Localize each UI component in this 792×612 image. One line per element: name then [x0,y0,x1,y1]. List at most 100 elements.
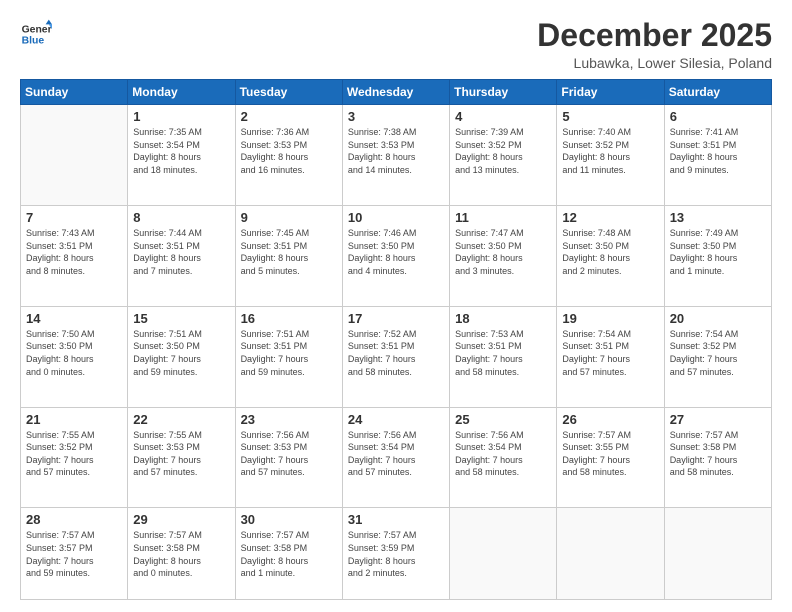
cell-info: Sunrise: 7:46 AM Sunset: 3:50 PM Dayligh… [348,227,444,277]
day-number: 1 [133,109,229,124]
day-number: 10 [348,210,444,225]
day-number: 9 [241,210,337,225]
calendar-cell: 22 Sunrise: 7:55 AM Sunset: 3:53 PM Dayli… [128,407,235,508]
calendar-cell [21,105,128,206]
cell-info: Sunrise: 7:57 AM Sunset: 3:58 PM Dayligh… [133,529,229,579]
svg-text:General: General [22,24,52,35]
cell-info: Sunrise: 7:39 AM Sunset: 3:52 PM Dayligh… [455,126,551,176]
calendar-cell: 30 Sunrise: 7:57 AM Sunset: 3:58 PM Dayli… [235,508,342,600]
day-number: 27 [670,412,766,427]
calendar-cell: 15 Sunrise: 7:51 AM Sunset: 3:50 PM Dayli… [128,306,235,407]
cell-info: Sunrise: 7:40 AM Sunset: 3:52 PM Dayligh… [562,126,658,176]
cell-info: Sunrise: 7:51 AM Sunset: 3:51 PM Dayligh… [241,328,337,378]
calendar-cell: 6Sunrise: 7:41 AM Sunset: 3:51 PM Daylig… [664,105,771,206]
cell-info: Sunrise: 7:41 AM Sunset: 3:51 PM Dayligh… [670,126,766,176]
calendar-cell: 4Sunrise: 7:39 AM Sunset: 3:52 PM Daylig… [450,105,557,206]
day-number: 5 [562,109,658,124]
header: General Blue December 2025 Lubawka, Lowe… [20,18,772,71]
cell-info: Sunrise: 7:50 AM Sunset: 3:50 PM Dayligh… [26,328,122,378]
header-monday: Monday [128,80,235,105]
day-number: 21 [26,412,122,427]
calendar-week-row: 1 Sunrise: 7:35 AM Sunset: 3:54 PM Daylig… [21,105,772,206]
day-number: 30 [241,512,337,527]
calendar-cell: 26 Sunrise: 7:57 AM Sunset: 3:55 PM Dayli… [557,407,664,508]
subtitle: Lubawka, Lower Silesia, Poland [537,55,772,71]
logo-icon: General Blue [20,18,52,50]
day-number: 12 [562,210,658,225]
calendar-cell: 10 Sunrise: 7:46 AM Sunset: 3:50 PM Dayli… [342,205,449,306]
calendar-cell: 16 Sunrise: 7:51 AM Sunset: 3:51 PM Dayli… [235,306,342,407]
cell-info: Sunrise: 7:47 AM Sunset: 3:50 PM Dayligh… [455,227,551,277]
header-friday: Friday [557,80,664,105]
cell-info: Sunrise: 7:56 AM Sunset: 3:54 PM Dayligh… [455,429,551,479]
calendar-cell: 29 Sunrise: 7:57 AM Sunset: 3:58 PM Dayli… [128,508,235,600]
cell-info: Sunrise: 7:57 AM Sunset: 3:58 PM Dayligh… [670,429,766,479]
calendar-cell [664,508,771,600]
cell-info: Sunrise: 7:38 AM Sunset: 3:53 PM Dayligh… [348,126,444,176]
calendar-cell: 13Sunrise: 7:49 AM Sunset: 3:50 PM Dayli… [664,205,771,306]
calendar-table: Sunday Monday Tuesday Wednesday Thursday… [20,79,772,600]
calendar-week-row: 14Sunrise: 7:50 AM Sunset: 3:50 PM Dayli… [21,306,772,407]
cell-info: Sunrise: 7:36 AM Sunset: 3:53 PM Dayligh… [241,126,337,176]
svg-text:Blue: Blue [22,36,45,47]
calendar-cell: 8 Sunrise: 7:44 AM Sunset: 3:51 PM Daylig… [128,205,235,306]
cell-info: Sunrise: 7:49 AM Sunset: 3:50 PM Dayligh… [670,227,766,277]
header-tuesday: Tuesday [235,80,342,105]
day-number: 31 [348,512,444,527]
cell-info: Sunrise: 7:43 AM Sunset: 3:51 PM Dayligh… [26,227,122,277]
day-number: 28 [26,512,122,527]
header-sunday: Sunday [21,80,128,105]
calendar-cell: 18 Sunrise: 7:53 AM Sunset: 3:51 PM Dayli… [450,306,557,407]
main-title: December 2025 [537,18,772,53]
calendar-cell: 3Sunrise: 7:38 AM Sunset: 3:53 PM Daylig… [342,105,449,206]
calendar-cell: 5 Sunrise: 7:40 AM Sunset: 3:52 PM Daylig… [557,105,664,206]
day-number: 19 [562,311,658,326]
calendar-cell: 12Sunrise: 7:48 AM Sunset: 3:50 PM Dayli… [557,205,664,306]
title-block: December 2025 Lubawka, Lower Silesia, Po… [537,18,772,71]
day-number: 26 [562,412,658,427]
day-number: 16 [241,311,337,326]
cell-info: Sunrise: 7:51 AM Sunset: 3:50 PM Dayligh… [133,328,229,378]
calendar-week-row: 21Sunrise: 7:55 AM Sunset: 3:52 PM Dayli… [21,407,772,508]
calendar-header-row: Sunday Monday Tuesday Wednesday Thursday… [21,80,772,105]
calendar-cell [557,508,664,600]
cell-info: Sunrise: 7:44 AM Sunset: 3:51 PM Dayligh… [133,227,229,277]
calendar-cell [450,508,557,600]
day-number: 15 [133,311,229,326]
calendar-cell: 24Sunrise: 7:56 AM Sunset: 3:54 PM Dayli… [342,407,449,508]
calendar-cell: 17 Sunrise: 7:52 AM Sunset: 3:51 PM Dayli… [342,306,449,407]
cell-info: Sunrise: 7:45 AM Sunset: 3:51 PM Dayligh… [241,227,337,277]
header-wednesday: Wednesday [342,80,449,105]
calendar-week-row: 28 Sunrise: 7:57 AM Sunset: 3:57 PM Dayli… [21,508,772,600]
cell-info: Sunrise: 7:54 AM Sunset: 3:51 PM Dayligh… [562,328,658,378]
cell-info: Sunrise: 7:57 AM Sunset: 3:55 PM Dayligh… [562,429,658,479]
cell-info: Sunrise: 7:52 AM Sunset: 3:51 PM Dayligh… [348,328,444,378]
day-number: 20 [670,311,766,326]
cell-info: Sunrise: 7:53 AM Sunset: 3:51 PM Dayligh… [455,328,551,378]
cell-info: Sunrise: 7:55 AM Sunset: 3:53 PM Dayligh… [133,429,229,479]
day-number: 24 [348,412,444,427]
day-number: 23 [241,412,337,427]
cell-info: Sunrise: 7:57 AM Sunset: 3:57 PM Dayligh… [26,529,122,579]
day-number: 2 [241,109,337,124]
day-number: 29 [133,512,229,527]
calendar-cell: 7Sunrise: 7:43 AM Sunset: 3:51 PM Daylig… [21,205,128,306]
day-number: 17 [348,311,444,326]
calendar-page: General Blue December 2025 Lubawka, Lowe… [0,0,792,612]
calendar-cell: 31 Sunrise: 7:57 AM Sunset: 3:59 PM Dayli… [342,508,449,600]
calendar-cell: 23Sunrise: 7:56 AM Sunset: 3:53 PM Dayli… [235,407,342,508]
cell-info: Sunrise: 7:35 AM Sunset: 3:54 PM Dayligh… [133,126,229,176]
cell-info: Sunrise: 7:57 AM Sunset: 3:59 PM Dayligh… [348,529,444,579]
calendar-week-row: 7Sunrise: 7:43 AM Sunset: 3:51 PM Daylig… [21,205,772,306]
logo: General Blue [20,18,52,50]
calendar-cell: 11 Sunrise: 7:47 AM Sunset: 3:50 PM Dayli… [450,205,557,306]
day-number: 22 [133,412,229,427]
day-number: 11 [455,210,551,225]
cell-info: Sunrise: 7:57 AM Sunset: 3:58 PM Dayligh… [241,529,337,579]
day-number: 8 [133,210,229,225]
day-number: 18 [455,311,551,326]
calendar-cell: 1 Sunrise: 7:35 AM Sunset: 3:54 PM Daylig… [128,105,235,206]
calendar-cell: 20Sunrise: 7:54 AM Sunset: 3:52 PM Dayli… [664,306,771,407]
calendar-cell: 9 Sunrise: 7:45 AM Sunset: 3:51 PM Daylig… [235,205,342,306]
header-thursday: Thursday [450,80,557,105]
